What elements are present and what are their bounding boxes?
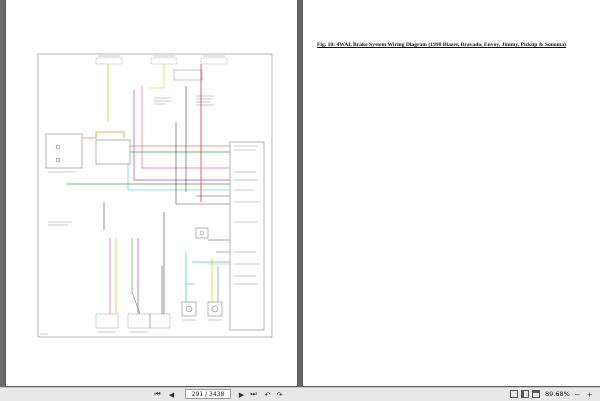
zoom-in-icon[interactable]: + (584, 389, 595, 400)
figure-title: Fig. 10: 4WAL Brake System Wiring Diagra… (317, 42, 566, 48)
next-page-icon[interactable]: ▶ (236, 389, 247, 400)
first-page-icon[interactable]: ⏮ (152, 389, 163, 400)
prev-page-icon[interactable]: ◀ (166, 389, 177, 400)
scroll-icon[interactable] (532, 390, 540, 398)
zoom-level[interactable]: 89.68% (545, 390, 570, 398)
wiring-diagram (37, 53, 273, 338)
document-page-left (6, 0, 297, 386)
last-page-icon[interactable]: ⏭ (248, 389, 259, 400)
document-viewport[interactable]: Fig. 10: 4WAL Brake System Wiring Diagra… (0, 0, 600, 387)
single-page-icon[interactable] (510, 390, 518, 398)
zoom-out-icon[interactable]: − (572, 389, 583, 400)
viewer-toolbar: ⏮ ◀ 291 / 3438 ▶ ⏭ ↶ ↷ 89.68% − + (0, 387, 600, 401)
page-number-input[interactable]: 291 / 3438 (185, 389, 231, 399)
two-page-icon[interactable] (521, 390, 529, 398)
document-page-right: Fig. 10: 4WAL Brake System Wiring Diagra… (303, 0, 600, 386)
forward-icon[interactable]: ↷ (274, 389, 285, 400)
back-icon[interactable]: ↶ (262, 389, 273, 400)
